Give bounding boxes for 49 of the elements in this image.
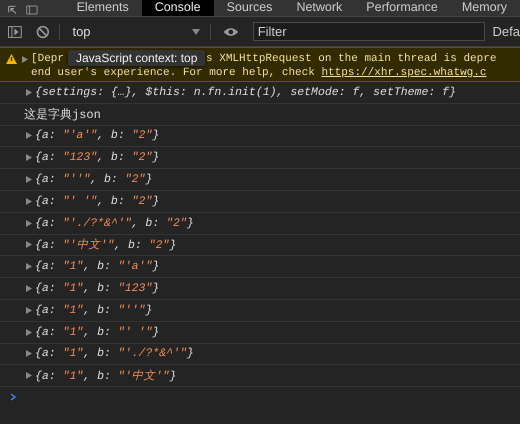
expand-arrow-icon[interactable]: [26, 306, 32, 314]
panel-tab[interactable]: Sources: [216, 0, 284, 16]
expand-arrow-icon[interactable]: [26, 350, 32, 358]
context-tooltip: JavaScript context: top: [68, 50, 206, 66]
expand-arrow-icon[interactable]: [26, 88, 32, 96]
object-preview[interactable]: {a: "1", b: "'./?*&^'"}: [35, 347, 194, 360]
expand-arrow-icon[interactable]: [22, 56, 28, 63]
expand-arrow-icon[interactable]: [26, 176, 32, 184]
device-icon[interactable]: [26, 4, 38, 16]
object-preview[interactable]: {settings: {…}, $this: n.fn.init(1), setMode: f, setTheme: f}: [35, 86, 456, 99]
expand-arrow-icon[interactable]: [26, 285, 32, 292]
prompt-caret-icon[interactable]: [10, 393, 16, 402]
sidebar-icon[interactable]: [8, 26, 22, 38]
context-select[interactable]: top: [64, 24, 206, 39]
object-preview[interactable]: {a: "''", b: "2"}: [35, 173, 152, 186]
expand-arrow-icon[interactable]: [26, 198, 32, 205]
panel-tab[interactable]: Network: [285, 0, 354, 16]
expand-arrow-icon[interactable]: [26, 132, 32, 140]
expand-arrow-icon[interactable]: [26, 263, 32, 270]
warning-icon: [6, 54, 17, 64]
object-preview[interactable]: {a: "1", b: "' '"}: [35, 326, 160, 339]
object-preview[interactable]: {a: "'./?*&^'", b: "2"}: [35, 216, 194, 230]
panel-tab[interactable]: Performance: [355, 0, 449, 16]
object-preview[interactable]: {a: "1", b: "'中文'"}: [35, 368, 176, 384]
expand-arrow-icon[interactable]: [26, 220, 32, 227]
expand-arrow-icon[interactable]: [26, 372, 32, 380]
clear-icon[interactable]: [36, 24, 50, 38]
warning-text: end user's experience. For more help, check: [31, 67, 316, 79]
expand-arrow-icon[interactable]: [26, 154, 32, 162]
object-preview[interactable]: {a: "'中文'", b: "2"}: [35, 237, 176, 252]
panel-tab[interactable]: Console: [142, 0, 214, 16]
levels-select[interactable]: Defa: [492, 24, 520, 39]
warning-text: [Depr: [31, 52, 64, 66]
eye-icon[interactable]: [223, 26, 239, 36]
panel-tab[interactable]: Elements: [66, 0, 140, 16]
object-preview[interactable]: {a: "1", b: "''"}: [35, 304, 152, 317]
help-link[interactable]: https://xhr.spec.whatwg.c: [321, 67, 486, 79]
panel-tab[interactable]: Memory: [450, 0, 518, 16]
object-preview[interactable]: {a: "1", b: "123"}: [35, 282, 160, 296]
expand-arrow-icon[interactable]: [26, 241, 32, 248]
object-preview[interactable]: {a: "' '", b: "2"}: [35, 194, 160, 208]
expand-arrow-icon[interactable]: [26, 328, 32, 336]
dropdown-caret-icon: [192, 28, 200, 34]
object-preview[interactable]: {a: "1", b: "'a'"}: [35, 260, 160, 274]
log-text: 这是字典json: [24, 106, 101, 123]
object-preview[interactable]: {a: "123", b: "2"}: [35, 151, 160, 164]
object-preview[interactable]: {a: "'a'", b: "2"}: [35, 129, 160, 142]
warning-text: s XMLHttpRequest on the main thread is depre: [206, 52, 496, 66]
filter-field[interactable]: Filter: [252, 22, 485, 41]
